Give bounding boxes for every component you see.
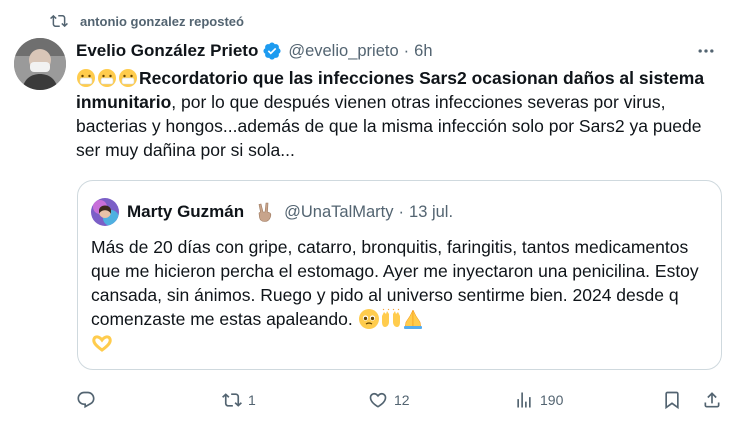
share-button[interactable]: [702, 386, 722, 414]
tweet-header: Evelio González Prieto @evelio_prieto · …: [76, 38, 724, 64]
separator: ·: [403, 41, 410, 60]
like-count: 12: [394, 392, 410, 408]
heart-hands-emoji-icon: [92, 335, 112, 352]
views-count: 190: [540, 392, 564, 408]
quoted-tweet-header: Marty Guzmán @UnaTalMarty · 13 jul.: [91, 198, 453, 226]
author-name[interactable]: Evelio González Prieto: [76, 41, 258, 61]
quoted-separator: ·: [398, 202, 405, 221]
heart-icon: [369, 392, 387, 408]
author-avatar[interactable]: [14, 38, 66, 90]
reply-button[interactable]: [76, 386, 102, 414]
like-button[interactable]: 12: [368, 386, 410, 414]
avatar-image: [14, 38, 66, 90]
quoted-post-time[interactable]: 13 jul.: [409, 203, 453, 222]
author-handle[interactable]: @evelio_prieto: [288, 42, 398, 61]
quoted-author-name[interactable]: Marty Guzmán: [127, 202, 244, 222]
repost-text: antonio gonzalez reposteó: [80, 13, 244, 29]
bookmark-icon: [665, 391, 679, 410]
quoted-author-avatar[interactable]: [91, 198, 119, 226]
repost-indicator[interactable]: antonio gonzalez reposteó: [50, 10, 244, 32]
mask-face-emoji-icon: [98, 69, 116, 87]
views-chart-icon: [517, 392, 531, 408]
reply-icon: [77, 391, 95, 409]
views-button[interactable]: 190: [514, 386, 563, 414]
quoted-author-handle[interactable]: @UnaTalMarty: [284, 203, 393, 222]
mask-face-emoji-icon: [77, 69, 95, 87]
repost-count: 1: [248, 392, 256, 408]
repost-icon: [222, 393, 242, 407]
repost-icon: [50, 14, 68, 28]
more-options-icon[interactable]: [696, 41, 716, 61]
tweet-actions: 1 12 190: [76, 386, 728, 414]
mask-face-emoji-icon: [119, 69, 137, 87]
tweet-text: Recordatorio que las infecciones Sars2 o…: [76, 66, 728, 162]
verified-badge-icon[interactable]: [262, 41, 282, 61]
raising-hands-emoji-icon: [381, 308, 400, 327]
post-time[interactable]: 6h: [414, 42, 432, 61]
repost-button[interactable]: 1: [222, 386, 256, 414]
quoted-tweet[interactable]: Marty Guzmán @UnaTalMarty · 13 jul. Más …: [77, 180, 722, 370]
folded-hands-emoji-icon: [403, 309, 422, 329]
pleading-face-emoji-icon: [358, 309, 379, 329]
share-icon: [704, 392, 720, 408]
victory-hand-emoji-icon: [258, 202, 272, 222]
quoted-tweet-text: Más de 20 días con gripe, catarro, bronq…: [91, 235, 716, 355]
bookmark-button[interactable]: [662, 386, 682, 414]
quoted-avatar-image: [91, 198, 119, 226]
